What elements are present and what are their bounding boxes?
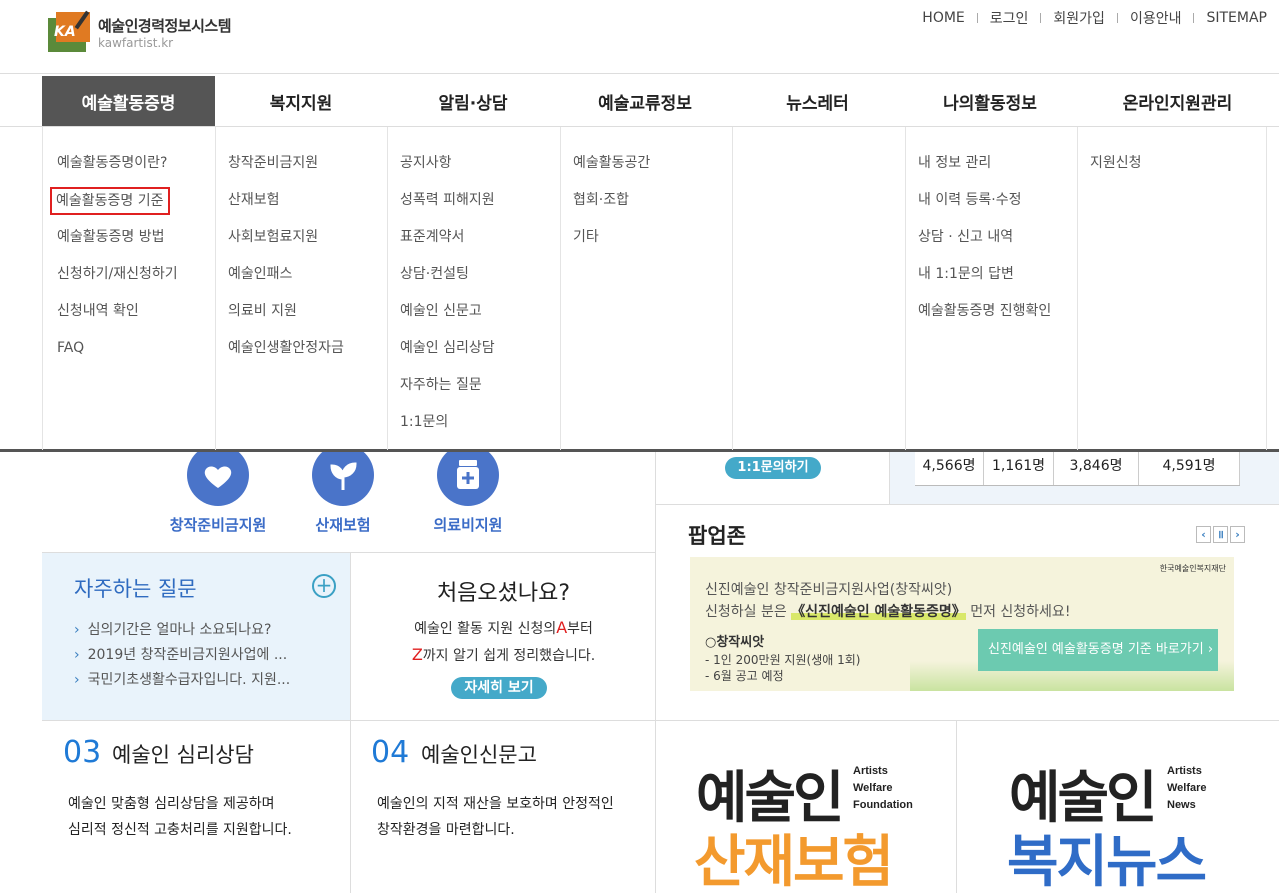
menu-col-newsletter	[732, 127, 905, 450]
menu-link[interactable]: 내 이력 등록·수정	[918, 190, 1077, 227]
stat-cell: 1,161명	[984, 452, 1054, 485]
menu-link[interactable]: 내 정보 관리	[918, 153, 1077, 190]
leaf-icon[interactable]	[312, 444, 374, 506]
faq-more-plus-icon[interactable]: +	[312, 574, 336, 598]
menu-link[interactable]: 예술인패스	[228, 264, 387, 301]
industrial-insurance-banner[interactable]: 예술인 Artists Welfare Foundation 산재보험	[655, 721, 956, 893]
menu-link[interactable]: 표준계약서	[400, 227, 560, 264]
menu-link[interactable]: 지원신청	[1090, 153, 1266, 190]
menu-link[interactable]: FAQ	[57, 338, 215, 375]
stat-cell: 4,591명	[1139, 452, 1240, 485]
login-link[interactable]: 로그인	[990, 8, 1029, 28]
sitemap-link[interactable]: SITEMAP	[1206, 10, 1267, 26]
menu-link[interactable]: 신청내역 확인	[57, 301, 215, 338]
menu-link[interactable]: 예술활동공간	[573, 153, 732, 190]
detail-view-button[interactable]: 자세히 보기	[451, 677, 547, 699]
quick-label[interactable]: 의료비지원	[418, 514, 518, 535]
menu-link[interactable]: 협회·조합	[573, 190, 732, 227]
popup-zone-title: 팝업존	[688, 524, 746, 548]
artist-petition-card[interactable]: 04 예술인신문고 예술인의 지적 재산을 보호하며 안정적인 창작환경을 마련합…	[350, 721, 655, 893]
menu-link[interactable]: 자주하는 질문	[400, 375, 560, 412]
first-visit-desc: 예술인 활동 지원 신청의A부터 Z까지 알기 쉽게 정리했습니다.	[411, 618, 596, 664]
menu-link[interactable]: 예술인 신문고	[400, 301, 560, 338]
menu-link[interactable]: 내 1:1문의 답변	[918, 264, 1077, 301]
heart-icon[interactable]	[187, 444, 249, 506]
site-logo[interactable]: KA 예술인경력정보시스템 kawfartist.kr	[44, 10, 232, 54]
quick-label[interactable]: 창작준비금지원	[158, 514, 278, 535]
menu-col-art-certification: 예술활동증명이란? 예술활동증명 기준 예술활동증명 방법 신청하기/재신청하기…	[42, 127, 215, 450]
nav-art-exchange[interactable]: 예술교류정보	[559, 76, 731, 126]
next-arrow-icon[interactable]: ›	[1230, 526, 1245, 543]
menu-link[interactable]: 공지사항	[400, 153, 560, 190]
menu-col-online-support: 지원신청	[1077, 127, 1267, 450]
nav-notice-consult[interactable]: 알림·상담	[387, 76, 559, 126]
utility-nav: HOME 로그인 회원가입 이용안내 SITEMAP	[922, 8, 1267, 28]
main-nav: 예술활동증명 복지지원 알림·상담 예술교류정보 뉴스레터 나의활동정보 온라인…	[42, 76, 1279, 126]
stat-cell: 4,566명	[915, 452, 984, 485]
menu-link[interactable]: 예술인생활안정자금	[228, 338, 387, 375]
logo-url: kawfartist.kr	[98, 35, 174, 50]
menu-col-notice: 공지사항 성폭력 피해지원 표준계약서 상담·컨설팅 예술인 신문고 예술인 심…	[387, 127, 560, 450]
first-visit-section: 처음오셨나요? 예술인 활동 지원 신청의A부터 Z까지 알기 쉽게 정리했습니…	[350, 552, 655, 720]
medicine-icon[interactable]	[437, 444, 499, 506]
menu-link[interactable]: 예술활동증명이란?	[57, 153, 215, 190]
menu-link[interactable]: 예술인 심리상담	[400, 338, 560, 375]
popup-controls: ‹ ॥ ›	[1196, 526, 1245, 543]
menu-col-my-activity: 내 정보 관리 내 이력 등록·수정 상담 · 신고 내역 내 1:1문의 답변…	[905, 127, 1077, 450]
faq-title: 자주하는 질문	[74, 577, 197, 601]
menu-link[interactable]: 예술활동증명 진행확인	[918, 301, 1077, 338]
menu-col-welfare: 창작준비금지원 산재보험 사회보험료지원 예술인패스 의료비 지원 예술인생활안…	[215, 127, 387, 450]
stat-cell: 3,846명	[1054, 452, 1139, 485]
menu-link-selected[interactable]: 예술활동증명 기준	[50, 187, 170, 215]
guide-link[interactable]: 이용안내	[1130, 8, 1182, 28]
menu-link[interactable]: 산재보험	[228, 190, 387, 227]
faq-item[interactable]: 심의기간은 얼마나 소요되나요?	[74, 619, 290, 644]
nav-newsletter[interactable]: 뉴스레터	[731, 76, 904, 126]
menu-link[interactable]: 1:1문의	[400, 412, 560, 449]
nav-online-support[interactable]: 온라인지원관리	[1076, 76, 1279, 126]
menu-link[interactable]: 예술활동증명 방법	[57, 227, 215, 264]
menu-link[interactable]: 신청하기/재신청하기	[57, 264, 215, 301]
quick-label[interactable]: 산재보험	[303, 514, 383, 535]
mega-menu-dropdown: 예술활동증명이란? 예술활동증명 기준 예술활동증명 방법 신청하기/재신청하기…	[0, 126, 1279, 452]
nav-my-activity[interactable]: 나의활동정보	[904, 76, 1076, 126]
faq-item[interactable]: 국민기초생활수급자입니다. 지원...	[74, 669, 291, 694]
nav-art-certification[interactable]: 예술활동증명	[42, 76, 215, 126]
menu-link[interactable]: 사회보험료지원	[228, 227, 387, 264]
home-link[interactable]: HOME	[922, 10, 964, 26]
popup-banner[interactable]: 한국예술인복지재단 신진예술인 창작준비금지원사업(창작씨앗) 신청하실 분은 …	[690, 557, 1234, 691]
first-visit-title: 처음오셨나요?	[436, 581, 571, 606]
signup-link[interactable]: 회원가입	[1053, 8, 1105, 28]
menu-link[interactable]: 의료비 지원	[228, 301, 387, 338]
popup-go-button[interactable]: 신진예술인 예술활동증명 기준 바로가기 ›	[978, 629, 1218, 671]
logo-title: 예술인경력정보시스템	[98, 16, 232, 35]
pause-icon[interactable]: ॥	[1213, 526, 1228, 543]
stats-table: 4,566명 1,161명 3,846명 4,591명	[915, 452, 1240, 486]
menu-col-exchange: 예술활동공간 협회·조합 기타	[560, 127, 732, 450]
main-content: 창작준비금지원 산재보험 의료비지원 1:1문의하기 4,566명 1,161명…	[0, 444, 1279, 893]
one-on-one-inquiry-button[interactable]: 1:1문의하기	[725, 457, 821, 479]
menu-link[interactable]: 상담 · 신고 내역	[918, 227, 1077, 264]
logo-mark-icon: KA	[44, 10, 94, 54]
menu-link[interactable]: 창작준비금지원	[228, 153, 387, 190]
faq-section: 자주하는 질문 + 심의기간은 얼마나 소요되나요? 2019년 창작준비금지원…	[42, 552, 350, 720]
menu-link[interactable]: 상담·컨설팅	[400, 264, 560, 301]
nav-welfare[interactable]: 복지지원	[215, 76, 387, 126]
welfare-news-banner[interactable]: 예술인 Artists Welfare News 복지뉴스	[956, 721, 1279, 893]
popup-org-logo: 한국예술인복지재단	[1159, 564, 1226, 573]
faq-item[interactable]: 2019년 창작준비금지원사업에 ...	[74, 644, 290, 669]
prev-arrow-icon[interactable]: ‹	[1196, 526, 1211, 543]
psych-counsel-card[interactable]: 03 예술인 심리상담 예술인 맞춤형 심리상담을 제공하며 심리적 정신적 고충…	[42, 721, 350, 893]
menu-link[interactable]: 기타	[573, 227, 732, 264]
menu-link[interactable]: 성폭력 피해지원	[400, 190, 560, 227]
